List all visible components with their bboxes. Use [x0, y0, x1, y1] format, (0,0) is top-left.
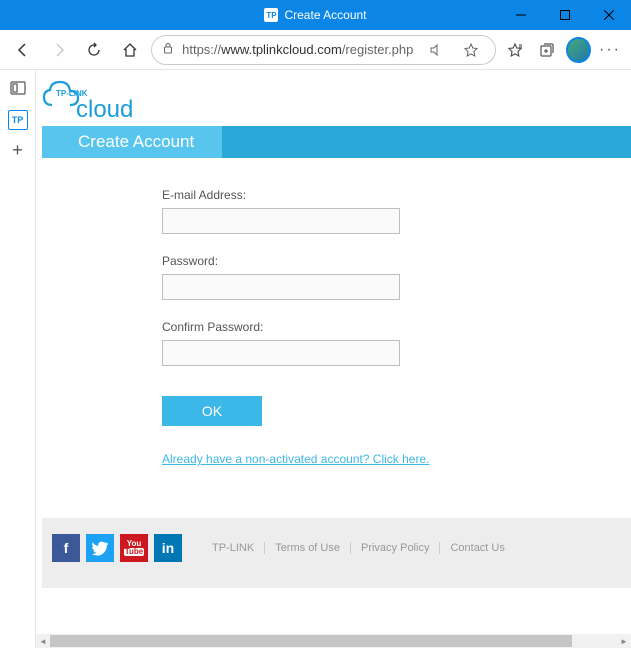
- tab-title: Create Account: [284, 8, 366, 22]
- email-label: E-mail Address:: [162, 188, 631, 202]
- footer-link-privacy[interactable]: Privacy Policy: [351, 542, 440, 554]
- collections-button[interactable]: [534, 36, 560, 64]
- browser-tab[interactable]: TP Create Account: [264, 8, 366, 22]
- home-button[interactable]: [115, 34, 145, 66]
- back-button[interactable]: [8, 34, 38, 66]
- window-controls: [499, 0, 631, 30]
- scroll-track[interactable]: [50, 634, 617, 648]
- favorites-button[interactable]: [502, 36, 528, 64]
- scroll-left-arrow[interactable]: ◄: [36, 634, 50, 648]
- svg-text:cloud: cloud: [76, 96, 133, 123]
- maximize-button[interactable]: [543, 0, 587, 30]
- password-label: Password:: [162, 254, 631, 268]
- email-input[interactable]: [162, 208, 400, 234]
- linkedin-icon[interactable]: in: [154, 534, 182, 562]
- horizontal-scrollbar[interactable]: ◄ ►: [36, 634, 631, 648]
- page-content: TP-LINK cloud Create Account E-mail Addr…: [36, 70, 631, 634]
- minimize-button[interactable]: [499, 0, 543, 30]
- lock-icon: [162, 42, 174, 57]
- browser-toolbar: https://www.tplinkcloud.com/register.php…: [0, 30, 631, 70]
- confirm-password-label: Confirm Password:: [162, 320, 631, 334]
- registration-form: E-mail Address: Password: Confirm Passwo…: [42, 158, 631, 498]
- twitter-icon[interactable]: [86, 534, 114, 562]
- address-bar[interactable]: https://www.tplinkcloud.com/register.php: [151, 35, 496, 65]
- scroll-thumb[interactable]: [50, 635, 572, 647]
- footer-link-terms[interactable]: Terms of Use: [265, 542, 351, 554]
- ok-button[interactable]: OK: [162, 396, 262, 426]
- read-aloud-icon[interactable]: [421, 36, 449, 64]
- footer-link-tplink[interactable]: TP-LINK: [202, 542, 265, 554]
- page-footer: f YouTube in TP-LINK Terms of Use Privac…: [42, 518, 631, 588]
- profile-avatar[interactable]: [566, 37, 590, 63]
- main-area: TP + TP-LINK cloud Create Account E-mail…: [0, 70, 631, 648]
- password-input[interactable]: [162, 274, 400, 300]
- footer-links: TP-LINK Terms of Use Privacy Policy Cont…: [202, 542, 515, 554]
- close-button[interactable]: [587, 0, 631, 30]
- footer-link-contact[interactable]: Contact Us: [440, 542, 514, 554]
- facebook-icon[interactable]: f: [52, 534, 80, 562]
- tab-actions-button[interactable]: [6, 76, 30, 100]
- url-text: https://www.tplinkcloud.com/register.php: [182, 42, 413, 57]
- forward-button[interactable]: [44, 34, 74, 66]
- window-titlebar: TP Create Account: [0, 0, 631, 30]
- vertical-tab-sidebar: TP +: [0, 70, 36, 648]
- youtube-icon[interactable]: YouTube: [120, 534, 148, 562]
- confirm-password-input[interactable]: [162, 340, 400, 366]
- activate-account-link[interactable]: Already have a non-activated account? Cl…: [162, 452, 430, 466]
- favorite-star-icon[interactable]: [457, 36, 485, 64]
- banner-title: Create Account: [42, 126, 222, 158]
- tplink-cloud-logo: TP-LINK cloud: [42, 76, 631, 126]
- scroll-right-arrow[interactable]: ►: [617, 634, 631, 648]
- refresh-button[interactable]: [80, 34, 110, 66]
- content-wrapper: TP-LINK cloud Create Account E-mail Addr…: [36, 70, 631, 648]
- new-tab-button[interactable]: +: [12, 140, 23, 161]
- sidebar-tab-favicon[interactable]: TP: [8, 110, 28, 130]
- more-menu-button[interactable]: ···: [597, 36, 623, 64]
- page-banner: Create Account: [42, 126, 631, 158]
- tab-favicon: TP: [264, 8, 278, 22]
